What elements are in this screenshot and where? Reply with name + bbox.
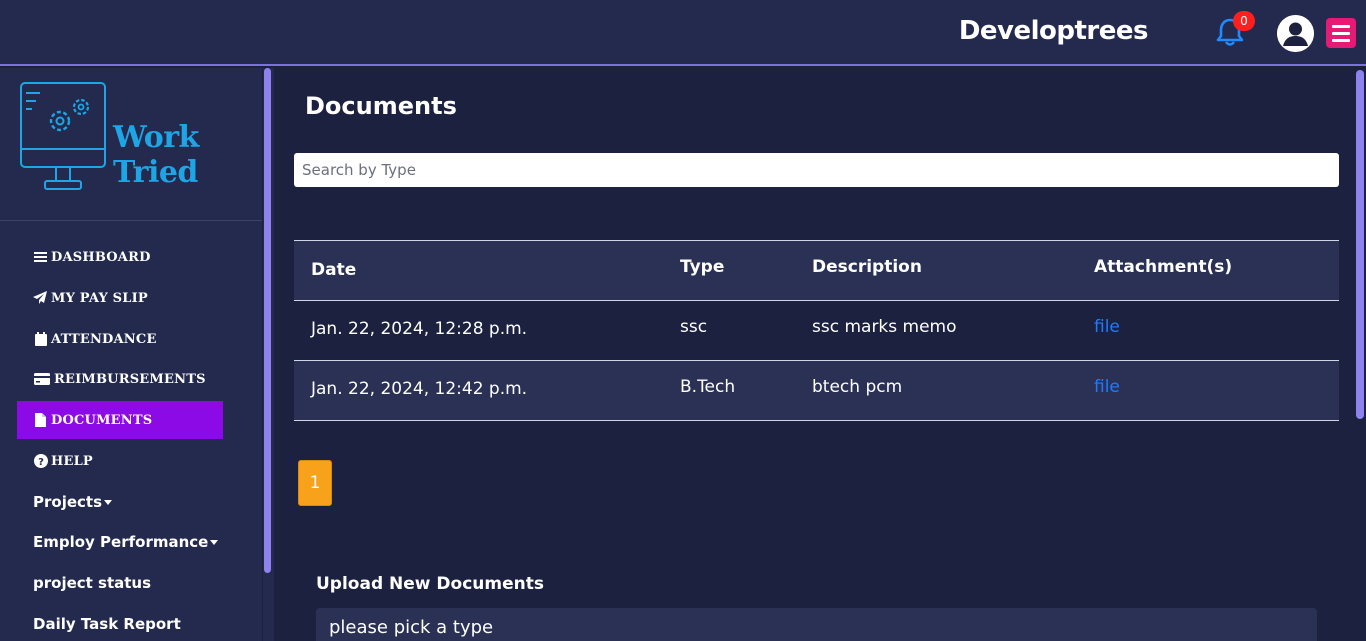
upload-section-title: Upload New Documents [316, 574, 544, 594]
sidebar-item-label: Daily Task Report [33, 615, 181, 633]
sidebar-item-daily-task-report[interactable]: Daily Task Report [17, 605, 223, 641]
attachment-file-link[interactable]: file [1094, 317, 1120, 337]
paper-plane-icon [33, 291, 48, 305]
sidebar-item-my-pay-slip[interactable]: MY PAY SLIP [17, 279, 223, 317]
table-header-row: Date Type Description Attachment(s) [294, 241, 1339, 301]
sidebar-item-documents[interactable]: DOCUMENTS [17, 401, 223, 439]
documents-table: Date Type Description Attachment(s) Jan.… [294, 240, 1339, 421]
notification-count-badge: 0 [1233, 11, 1255, 31]
row-description: btech pcm [812, 377, 903, 397]
bars-icon [33, 250, 48, 264]
sidebar-item-employ-performance[interactable]: Employ Performance [17, 523, 223, 561]
sidebar-logo[interactable]: Work Tried [0, 68, 262, 221]
hamburger-line [1332, 24, 1350, 28]
document-type-select[interactable]: please pick a type [316, 608, 1317, 641]
sidebar-item-label: DOCUMENTS [51, 412, 153, 428]
column-header-attachments[interactable]: Attachment(s) [1094, 257, 1232, 277]
sidebar-item-label: MY PAY SLIP [51, 290, 148, 306]
sidebar-item-label: REIMBURSEMENTS [54, 371, 206, 387]
sidebar-item-label: Employ Performance [33, 533, 209, 551]
svg-text:?: ? [38, 457, 44, 468]
sidebar-item-label: DASHBOARD [51, 249, 151, 265]
file-icon [33, 413, 48, 427]
sidebar: Work Tried DASHBOARD MY PAY SLIP ATTENDA… [0, 68, 262, 641]
row-date: Jan. 22, 2024, 12:28 p.m. [311, 319, 528, 339]
search-input[interactable] [294, 153, 1339, 187]
sidebar-item-project-status[interactable]: project status [17, 564, 223, 602]
table-row: Jan. 22, 2024, 12:42 p.m. B.Tech btech p… [294, 361, 1339, 421]
row-type: B.Tech [680, 377, 736, 397]
top-navbar: Developtrees 0 [0, 0, 1366, 66]
row-description: ssc marks memo [812, 317, 957, 337]
sidebar-item-label: HELP [51, 453, 93, 469]
column-header-description[interactable]: Description [812, 257, 922, 277]
credit-card-icon [33, 372, 51, 386]
caret-down-icon [210, 539, 219, 545]
logo-text: Work Tried [113, 120, 199, 190]
column-header-date[interactable]: Date [311, 260, 356, 280]
sidebar-item-help[interactable]: ? HELP [17, 442, 223, 480]
attachment-file-link[interactable]: file [1094, 377, 1120, 397]
pagination-page-button[interactable]: 1 [298, 460, 332, 506]
sidebar-item-label: project status [33, 574, 152, 592]
row-type: ssc [680, 317, 708, 337]
hamburger-line [1332, 38, 1350, 42]
table-row: Jan. 22, 2024, 12:28 p.m. ssc ssc marks … [294, 301, 1339, 361]
computer-gears-logo-icon [20, 82, 106, 190]
page-title: Documents [305, 92, 457, 120]
sidebar-item-projects[interactable]: Projects [17, 483, 223, 521]
brand-name: Developtrees [958, 16, 1149, 46]
calendar-icon [33, 332, 48, 346]
user-avatar-icon[interactable] [1277, 15, 1314, 52]
sidebar-item-dashboard[interactable]: DASHBOARD [17, 238, 223, 276]
hamburger-line [1332, 31, 1350, 35]
menu-toggle-button[interactable] [1326, 18, 1356, 48]
question-circle-icon: ? [33, 454, 48, 468]
main-scrollbar-thumb[interactable] [1356, 70, 1364, 419]
caret-down-icon [104, 499, 113, 505]
sidebar-item-attendance[interactable]: ATTENDANCE [17, 320, 223, 358]
main-content: Documents Date Type Description Attachme… [274, 68, 1354, 641]
sidebar-scrollbar-thumb[interactable] [264, 68, 271, 573]
row-date: Jan. 22, 2024, 12:42 p.m. [311, 379, 528, 399]
sidebar-item-label: ATTENDANCE [51, 331, 157, 347]
column-header-type[interactable]: Type [680, 257, 724, 277]
sidebar-item-reimbursements[interactable]: REIMBURSEMENTS [17, 360, 223, 398]
sidebar-item-label: Projects [33, 493, 103, 511]
